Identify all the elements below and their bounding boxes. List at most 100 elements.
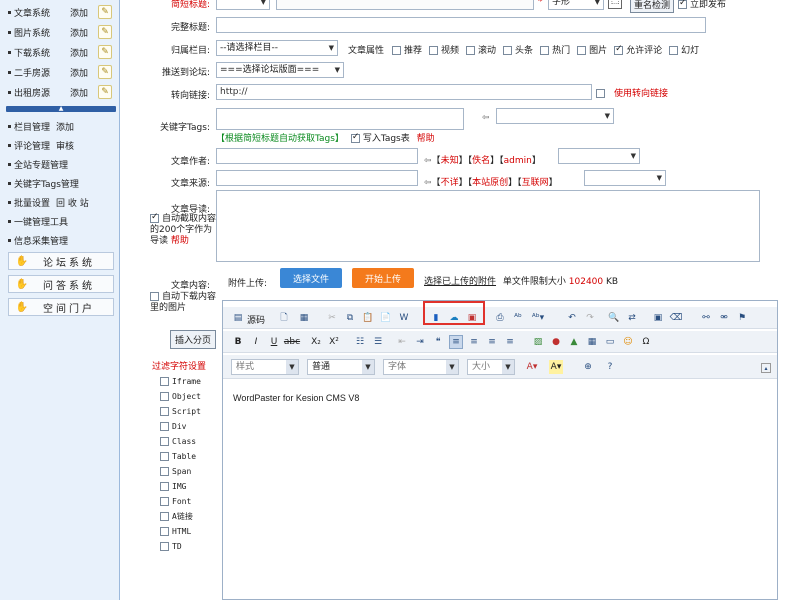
subscript-icon[interactable]: X₂ <box>309 335 323 349</box>
attr-scroll[interactable]: 滚动 <box>466 43 496 56</box>
italic-icon[interactable]: I <box>249 335 263 349</box>
link-batch[interactable]: 批量设置 <box>14 196 50 209</box>
replace-icon[interactable]: ⇄ <box>625 311 639 325</box>
preview-icon[interactable]: 🗋 <box>277 311 291 325</box>
author-input[interactable] <box>216 148 418 164</box>
add-link[interactable]: 添加 <box>70 86 92 99</box>
sidebar-link-comments[interactable]: 评论管理 审核 <box>8 137 118 153</box>
spellcheck-dropdown-icon[interactable]: ᴬᵇ▾ <box>531 311 545 325</box>
add-link[interactable]: 添加 <box>70 66 92 79</box>
collapse-bar[interactable]: ▲ <box>6 106 116 112</box>
font-combo[interactable]: 字体 ▼ <box>383 359 459 375</box>
attr-slide[interactable]: 幻灯 <box>669 43 699 56</box>
filter-checkbox[interactable] <box>160 466 169 476</box>
source-internet-link[interactable]: 互联网 <box>522 178 549 188</box>
attr-checkbox[interactable] <box>577 46 587 55</box>
print-icon[interactable]: ⎙ <box>493 311 507 325</box>
tags-auto-link[interactable]: 【根据简短标题自动获取Tags】 <box>216 134 344 144</box>
smiley-icon[interactable]: ☺ <box>621 335 635 349</box>
outdent-icon[interactable]: ⇤ <box>395 335 409 349</box>
edit-icon[interactable]: ✎ <box>98 25 112 39</box>
content-auto-checkbox[interactable] <box>150 292 159 301</box>
redirect-checkbox[interactable] <box>596 89 605 98</box>
align-left-icon[interactable]: ≡ <box>449 335 463 349</box>
link-tools[interactable]: 一键管理工具 <box>14 215 68 228</box>
filter-checkbox[interactable] <box>160 436 169 446</box>
table-icon[interactable]: ▦ <box>585 335 599 349</box>
filter-html[interactable]: HTML <box>160 524 191 538</box>
start-upload-button[interactable]: 开始上传 <box>352 268 414 288</box>
simple-title-input[interactable] <box>276 0 534 10</box>
anchor-icon[interactable]: ⚑ <box>735 311 749 325</box>
sidebar-item-rental[interactable]: 出租房源 添加 ✎ <box>8 84 116 100</box>
sidebar-box-space[interactable]: ✋ 空间门户 <box>8 298 114 316</box>
cut-icon[interactable]: ✂ <box>325 311 339 325</box>
media-icon[interactable]: ▲ <box>567 335 581 349</box>
tags-write-checkbox[interactable] <box>350 132 360 143</box>
filter-iframe[interactable]: Iframe <box>160 374 201 388</box>
filter-checkbox[interactable] <box>160 421 169 431</box>
select-file-button[interactable]: 选择文件 <box>280 268 342 288</box>
attr-video[interactable]: 视频 <box>429 43 459 56</box>
edit-icon[interactable]: ✎ <box>98 65 112 79</box>
author-unknown-link[interactable]: 未知 <box>441 156 459 166</box>
undo-icon[interactable]: ↶ <box>565 311 579 325</box>
link-recycle[interactable]: 回 收 站 <box>56 196 89 209</box>
rename-check-button[interactable]: 重名检测 <box>630 0 675 13</box>
publish-now-toggle[interactable]: 立即发布 <box>678 0 726 10</box>
filter-checkbox[interactable] <box>160 541 169 551</box>
align-right-icon[interactable]: ≡ <box>485 335 499 349</box>
filter-span[interactable]: Span <box>160 464 191 478</box>
attr-image[interactable]: 图片 <box>577 43 607 56</box>
spellcheck-icon[interactable]: ᴬᵇ <box>511 311 525 325</box>
edit-icon[interactable]: ✎ <box>98 45 112 59</box>
sidebar-link-batch[interactable]: 批量设置 回 收 站 <box>8 194 118 210</box>
align-center-icon[interactable]: ≡ <box>467 335 481 349</box>
underline-icon[interactable]: U <box>267 335 281 349</box>
sidebar-link-columns[interactable]: 栏目管理 添加 <box>8 118 118 134</box>
filter-checkbox[interactable] <box>160 511 169 521</box>
add-link[interactable]: 添加 <box>70 6 92 19</box>
source-button-label[interactable]: 源码 <box>247 313 265 326</box>
filter-font[interactable]: Font <box>160 494 191 508</box>
link-collect[interactable]: 信息采集管理 <box>14 234 68 247</box>
filter-div[interactable]: Div <box>160 419 186 433</box>
link-column-add[interactable]: 添加 <box>56 120 74 133</box>
bg-color-icon[interactable]: A▾ <box>549 360 563 374</box>
filter-checkbox[interactable] <box>160 406 169 416</box>
paste-icon[interactable]: 📋 <box>361 311 375 325</box>
sidebar-item-label[interactable]: 图片系统 <box>14 26 70 39</box>
attr-checkbox[interactable] <box>614 44 624 55</box>
link-column-manage[interactable]: 栏目管理 <box>14 120 50 133</box>
sidebar-item-images[interactable]: 图片系统 添加 ✎ <box>8 24 116 40</box>
attr-recommend[interactable]: 推荐 <box>392 43 422 56</box>
size-combo[interactable]: 大小 ▼ <box>467 359 515 375</box>
filter-script[interactable]: Script <box>160 404 201 418</box>
link-tags[interactable]: 关键字Tags管理 <box>14 177 79 190</box>
attr-headline[interactable]: 头条 <box>503 43 533 56</box>
filter-checkbox[interactable] <box>160 526 169 536</box>
link-icon[interactable]: ⚯ <box>699 311 713 325</box>
insert-page-button[interactable]: 插入分页 <box>170 330 217 349</box>
intro-auto-checkbox[interactable] <box>150 212 159 223</box>
sidebar-box-forum[interactable]: ✋ 论坛系统 <box>8 252 114 270</box>
bold-icon[interactable]: B <box>231 335 245 349</box>
filter-td[interactable]: TD <box>160 539 182 553</box>
publish-now-checkbox[interactable] <box>678 0 687 9</box>
sidebar-item-label[interactable]: 文章系统 <box>14 6 70 19</box>
blockquote-icon[interactable]: ❝ <box>431 335 445 349</box>
edit-icon[interactable]: ✎ <box>98 5 112 19</box>
content-auto-toggle[interactable]: 自动下载内容里的图片 <box>150 292 216 314</box>
paste-text-icon[interactable]: 📄 <box>379 311 393 325</box>
attr-checkbox[interactable] <box>466 46 476 55</box>
find-icon[interactable]: 🔍 <box>607 311 621 325</box>
source-select[interactable] <box>584 170 666 186</box>
copy-icon[interactable]: ⧉ <box>343 311 357 325</box>
help-icon[interactable]: ? <box>603 360 617 374</box>
attr-allow-comment[interactable]: 允许评论 <box>614 43 662 56</box>
format-combo[interactable]: 普通 ▼ <box>307 359 375 375</box>
source-input[interactable] <box>216 170 418 186</box>
source-original-link[interactable]: 本站原创 <box>472 178 508 188</box>
attr-checkbox[interactable] <box>669 46 679 55</box>
sidebar-item-downloads[interactable]: 下载系统 添加 ✎ <box>8 44 116 60</box>
